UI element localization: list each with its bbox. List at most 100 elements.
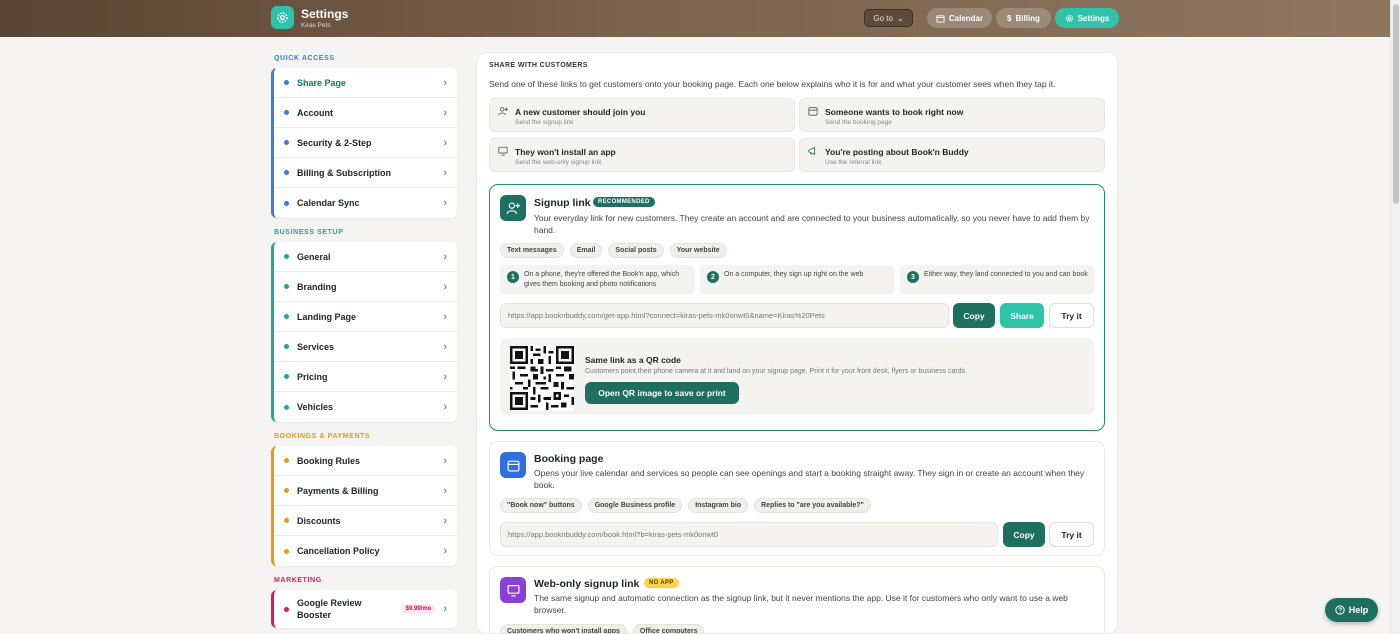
step-number: 2 (707, 271, 719, 283)
card-title: Web-only signup link (534, 578, 640, 590)
bullet-icon (284, 488, 289, 493)
calendar-icon (936, 14, 945, 23)
monitor-icon (498, 146, 508, 159)
goto-dropdown[interactable]: Go to ⌄ (864, 9, 913, 27)
sidebar-item-account[interactable]: Account › (274, 98, 457, 128)
try-signup-button[interactable]: Try it (1049, 303, 1094, 328)
option-subtitle: Use the referral link (825, 159, 882, 166)
sidebar-item-cancellation-policy[interactable]: Cancellation Policy › (274, 536, 457, 566)
sidebar-item-label: Google Review Booster (297, 598, 362, 620)
copy-booking-button[interactable]: Copy (1003, 522, 1045, 547)
sidebar-item-security[interactable]: Security & 2-Step › (274, 128, 457, 158)
sidebar-item-label: Branding (297, 281, 337, 292)
chevron-right-icon: › (443, 197, 447, 209)
chevron-right-icon: › (443, 340, 447, 353)
sidebar-item-calendar-sync[interactable]: Calendar Sync › (274, 188, 457, 218)
help-button[interactable]: Help (1325, 598, 1378, 622)
chip: Replies to "are you available?" (754, 498, 871, 513)
step-text: On a phone, they're offered the Book'n a… (524, 271, 680, 288)
top-bar: Settings Kiras Pets Go to ⌄ Calendar $ B… (0, 0, 1390, 37)
business-setup-group: General › Branding › Landing Page › Service… (271, 242, 457, 422)
sidebar-item-landing-page[interactable]: Landing Page › (274, 302, 457, 332)
sidebar-item-label: Billing & Subscription (297, 167, 391, 178)
calendar-label: Calendar (948, 13, 984, 23)
bullet-icon (284, 200, 289, 206)
sidebar-item-payments-billing[interactable]: Payments & Billing › (274, 476, 457, 506)
sidebar-item-label: Vehicles (297, 402, 334, 412)
card-description: Opens your live calendar and services so… (534, 468, 1085, 490)
calendar-icon (808, 106, 818, 119)
card-description: Your everyday link for new customers. Th… (534, 213, 1090, 235)
sidebar-item-share-page[interactable]: Share Page › (274, 68, 457, 98)
recommended-badge: RECOMMENDED (593, 197, 655, 207)
sidebar-item-billing-subscription[interactable]: Billing & Subscription › (274, 158, 457, 188)
sidebar-item-vehicles[interactable]: Vehicles › (274, 392, 457, 422)
calendar-button[interactable]: Calendar (927, 8, 992, 28)
sidebar-item-branding[interactable]: Branding › (274, 272, 457, 302)
chip: Social posts (608, 243, 664, 258)
option-title: Someone wants to book right now (825, 107, 964, 117)
chevron-right-icon: › (443, 545, 447, 557)
calendar-icon (500, 452, 526, 478)
bullet-icon (284, 404, 289, 410)
user-plus-icon (498, 106, 508, 119)
signup-link-card: Signup link RECOMMENDED Your everyday li… (489, 184, 1105, 431)
settings-button[interactable]: Settings (1055, 8, 1119, 28)
chevron-right-icon: › (443, 454, 447, 467)
chip: Your website (669, 243, 727, 258)
sidebar-item-label: General (297, 251, 331, 262)
step-2: 2 On a computer, they sign up right on th… (700, 265, 895, 295)
sidebar-item-discounts[interactable]: Discounts › (274, 506, 457, 536)
bullet-icon (284, 548, 289, 554)
section-title-quick-access: QUICK ACCESS (274, 55, 335, 62)
no-app-badge: NO APP (644, 578, 679, 588)
bullet-icon (284, 314, 289, 319)
bullet-icon (284, 110, 289, 115)
price-badge: $9.99/mo (401, 604, 436, 614)
business-name: Kiras Pets (301, 22, 331, 29)
sidebar-item-label: Cancellation Policy (297, 546, 380, 556)
booking-page-card: Booking page Opens your live calendar an… (489, 441, 1105, 556)
step-text: Either way, they land connected to you a… (924, 271, 1088, 278)
card-title: Booking page (534, 453, 604, 465)
section-title-marketing: MARKETING (274, 577, 322, 584)
share-signup-button[interactable]: Share (1000, 303, 1044, 328)
chip: Google Business profile (587, 498, 683, 513)
sidebar-item-google-review-booster[interactable]: Google Review Booster $9.99/mo › (274, 590, 457, 628)
option-title: A new customer should join you (515, 107, 646, 117)
help-label: Help (1348, 605, 1369, 615)
sidebar-item-pricing[interactable]: Pricing › (274, 362, 457, 392)
sidebar-item-label: Booking Rules (297, 455, 361, 466)
sidebar-item-services[interactable]: Services › (274, 332, 457, 362)
chevron-right-icon: › (443, 401, 447, 413)
chevron-down-icon: ⌄ (896, 13, 904, 23)
billing-button[interactable]: $ Billing (996, 8, 1051, 28)
try-booking-button[interactable]: Try it (1049, 522, 1094, 547)
sidebar-item-booking-rules[interactable]: Booking Rules › (274, 446, 457, 476)
chevron-right-icon: › (443, 310, 447, 323)
copy-signup-button[interactable]: Copy (953, 303, 995, 328)
gear-icon (1065, 14, 1073, 22)
section-description: Send one of these links to get customers… (489, 79, 1056, 89)
step-text: On a computer, they sign up right on the… (724, 271, 864, 278)
scrollbar-thumb[interactable] (1393, 4, 1399, 204)
option-title: They won't install an app (515, 147, 616, 157)
marketing-group: Google Review Booster $9.99/mo › (271, 590, 457, 628)
page-scrollbar[interactable] (1390, 0, 1400, 634)
section-title-bookings-payments: BOOKINGS & PAYMENTS (274, 433, 371, 440)
bullet-icon (284, 170, 289, 175)
goto-label: Go to (873, 13, 893, 23)
booking-url-field[interactable]: https://app.booknbuddy.com/book.html?b=k… (500, 522, 998, 547)
option-new-customer[interactable]: A new customer should join you Send the … (489, 98, 795, 132)
option-no-app[interactable]: They won't install an app Send the web-o… (489, 138, 795, 172)
chevron-right-icon: › (443, 603, 447, 615)
option-referral[interactable]: You're posting about Book'n Buddy Use th… (799, 138, 1105, 172)
chevron-right-icon: › (443, 166, 447, 179)
step-1: 1 On a phone, they're offered the Book'n … (500, 265, 695, 295)
quick-access-group: Share Page › Account › Security & 2-Step › … (271, 68, 457, 218)
sidebar-item-general[interactable]: General › (274, 242, 457, 272)
option-book-now[interactable]: Someone wants to book right now Send the… (799, 98, 1105, 132)
signup-url-field[interactable]: https://app.booknbuddy.com/get-app.html?… (500, 303, 949, 328)
question-icon (1335, 605, 1345, 615)
open-qr-button[interactable]: Open QR image to save or print (585, 382, 739, 404)
